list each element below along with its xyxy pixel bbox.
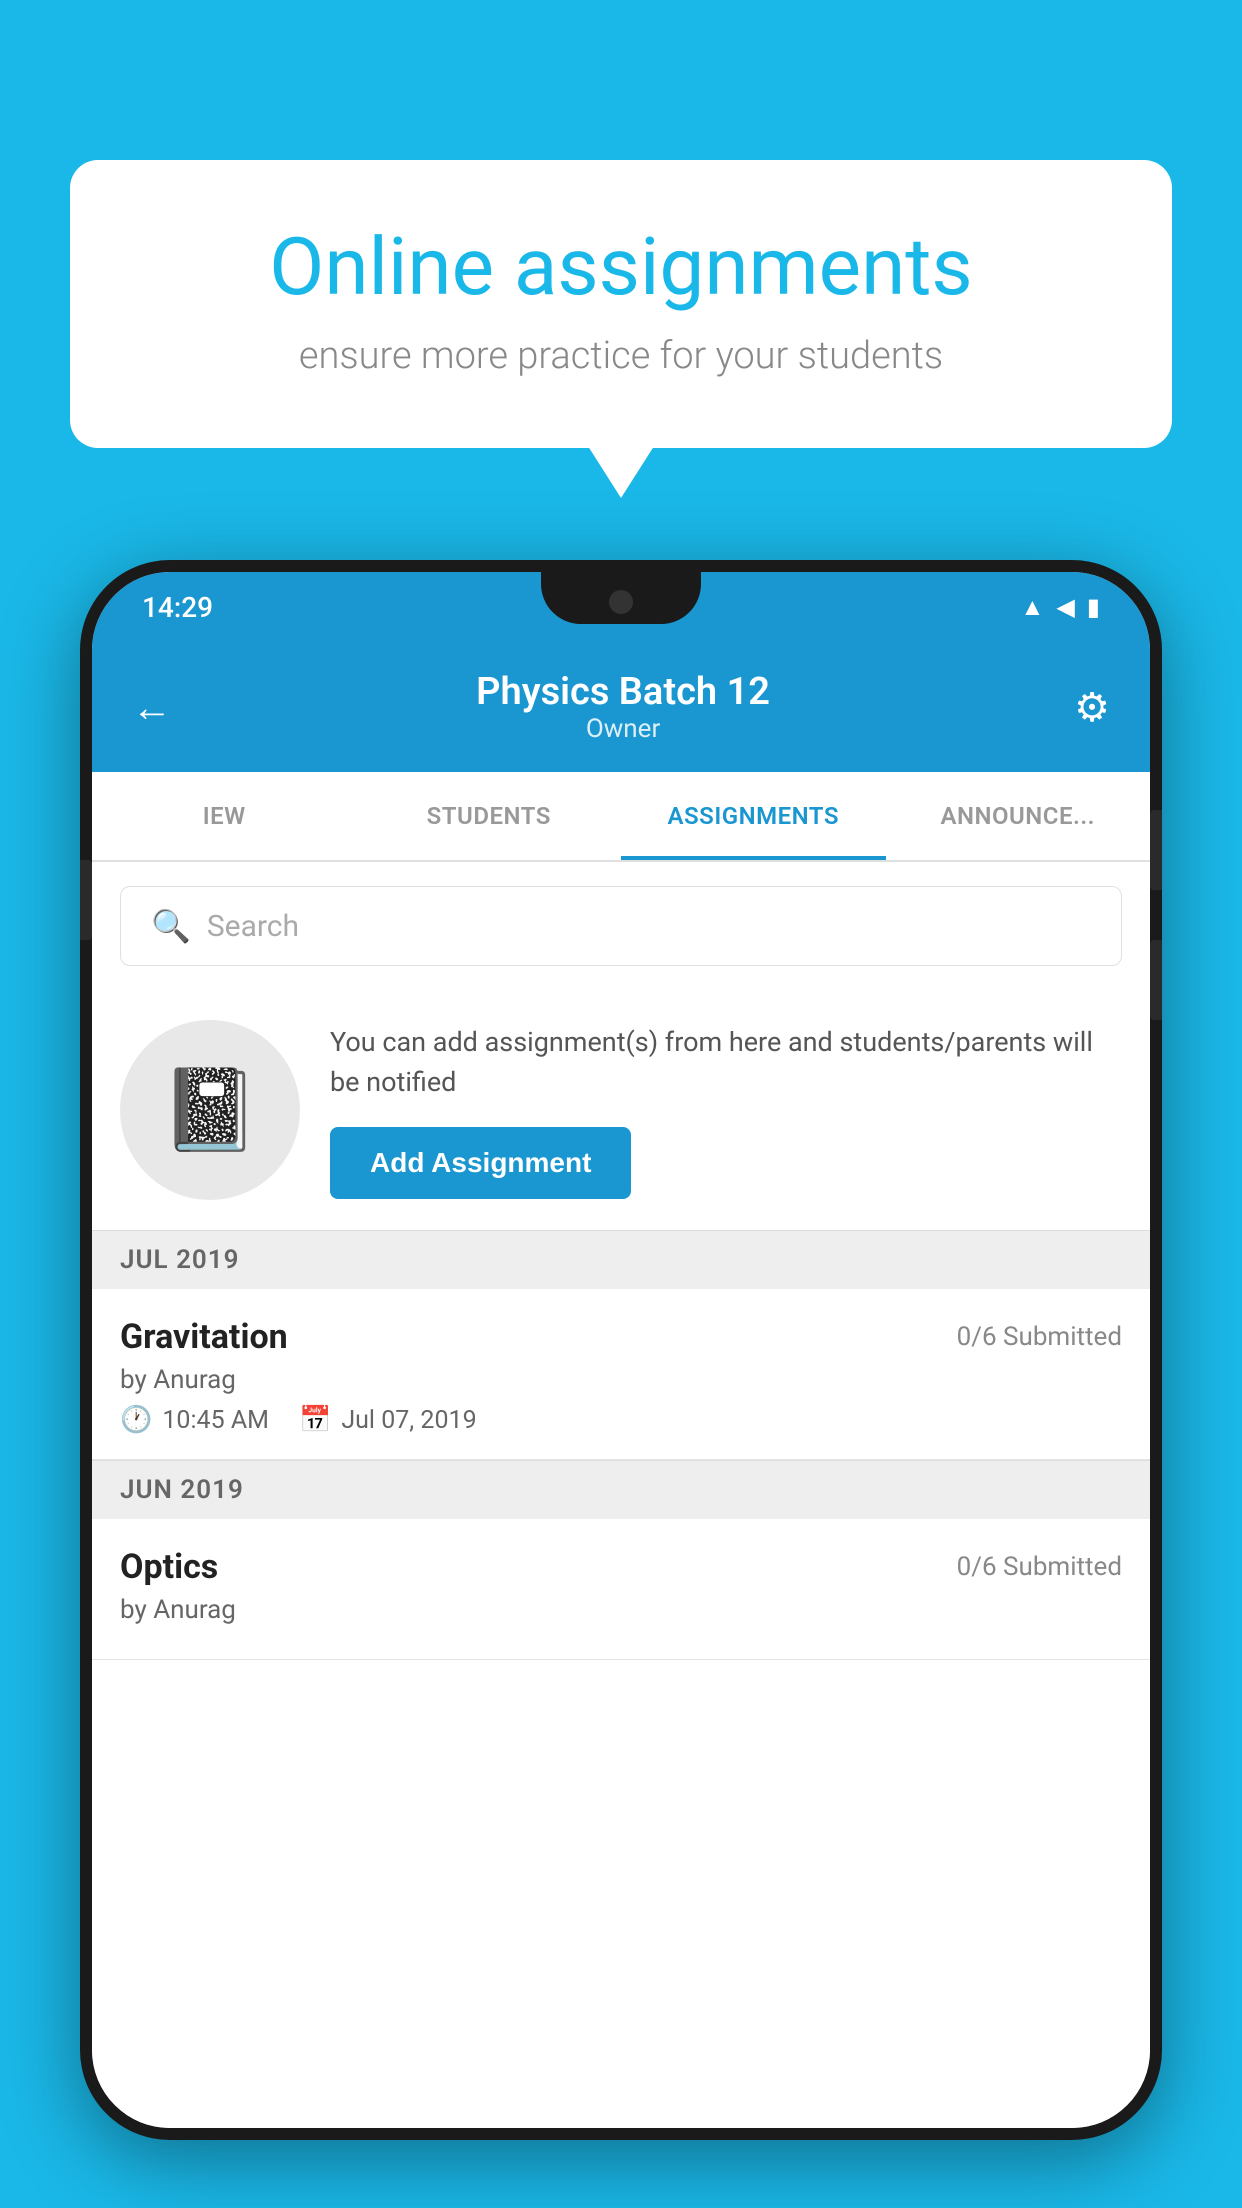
bubble-title: Online assignments: [140, 220, 1102, 314]
search-bar[interactable]: 🔍 Search: [120, 886, 1122, 966]
volume-down-button: [1150, 940, 1162, 1020]
power-button: [1150, 810, 1162, 890]
app-header: ← Physics Batch 12 Owner ⚙: [92, 642, 1150, 772]
promo-icon-circle: 📓: [120, 1020, 300, 1200]
tab-announcements-label: ANNOUNCE...: [941, 802, 1095, 830]
tab-iew[interactable]: IEW: [92, 772, 357, 860]
assignment-date-text: Jul 07, 2019: [341, 1406, 476, 1435]
search-icon: 🔍: [151, 907, 191, 945]
assignment-top-row: Gravitation 0/6 Submitted: [120, 1317, 1122, 1357]
assignment-time-text: 10:45 AM: [162, 1406, 269, 1435]
status-time: 14:29: [142, 591, 213, 624]
assignment-top-row-optics: Optics 0/6 Submitted: [120, 1547, 1122, 1587]
settings-icon[interactable]: ⚙: [1074, 684, 1110, 731]
signal-icon: ◀: [1056, 593, 1074, 621]
tab-students[interactable]: STUDENTS: [357, 772, 622, 860]
promo-description: You can add assignment(s) from here and …: [330, 1022, 1122, 1103]
add-assignment-button[interactable]: Add Assignment: [330, 1127, 631, 1199]
notebook-icon: 📓: [160, 1063, 260, 1157]
section-label-jun: JUN 2019: [120, 1475, 244, 1505]
assignment-item-gravitation[interactable]: Gravitation 0/6 Submitted by Anurag 🕐 10…: [92, 1289, 1150, 1460]
promo-block: 📓 You can add assignment(s) from here an…: [92, 990, 1150, 1230]
tab-iew-label: IEW: [203, 802, 246, 830]
bubble-subtitle: ensure more practice for your students: [140, 334, 1102, 378]
assignment-item-optics[interactable]: Optics 0/6 Submitted by Anurag: [92, 1519, 1150, 1660]
phone-notch: [541, 572, 701, 624]
header-title: Physics Batch 12: [476, 670, 770, 714]
header-subtitle: Owner: [476, 714, 770, 744]
phone-device: 14:29 ▲ ◀ ▮ ← Physics Batch 12 Owner ⚙: [80, 560, 1162, 2140]
tab-assignments[interactable]: ASSIGNMENTS: [621, 772, 886, 860]
section-label-jul: JUL 2019: [120, 1245, 240, 1275]
battery-icon: ▮: [1087, 593, 1100, 621]
assignment-submitted-optics: 0/6 Submitted: [957, 1552, 1122, 1582]
section-header-jun: JUN 2019: [92, 1460, 1150, 1519]
tab-students-label: STUDENTS: [427, 802, 551, 830]
assignment-name: Gravitation: [120, 1317, 288, 1357]
assignment-author: by Anurag: [120, 1365, 1122, 1395]
assignment-date: 📅 Jul 07, 2019: [299, 1405, 477, 1435]
tab-announcements[interactable]: ANNOUNCE...: [886, 772, 1151, 860]
tab-assignments-label: ASSIGNMENTS: [668, 802, 839, 830]
section-header-jul: JUL 2019: [92, 1230, 1150, 1289]
assignment-author-optics: by Anurag: [120, 1595, 1122, 1625]
clock-icon: 🕐: [120, 1405, 152, 1435]
promo-card: Online assignments ensure more practice …: [70, 160, 1172, 448]
phone-wrapper: 14:29 ▲ ◀ ▮ ← Physics Batch 12 Owner ⚙: [80, 560, 1162, 2208]
content-area: 🔍 Search 📓 You can add assignment(s) fro…: [92, 862, 1150, 2128]
assignment-meta: 🕐 10:45 AM 📅 Jul 07, 2019: [120, 1405, 1122, 1435]
wifi-icon: ▲: [1021, 593, 1045, 622]
header-title-block: Physics Batch 12 Owner: [476, 670, 770, 744]
calendar-icon: 📅: [299, 1405, 331, 1435]
status-icons: ▲ ◀ ▮: [1021, 593, 1100, 622]
promo-text-block: You can add assignment(s) from here and …: [330, 1022, 1122, 1199]
volume-button: [80, 860, 92, 940]
tabs-bar: IEW STUDENTS ASSIGNMENTS ANNOUNCE...: [92, 772, 1150, 862]
speech-bubble: Online assignments ensure more practice …: [70, 160, 1172, 448]
assignment-time: 🕐 10:45 AM: [120, 1405, 269, 1435]
assignment-name-optics: Optics: [120, 1547, 218, 1587]
phone-screen: 14:29 ▲ ◀ ▮ ← Physics Batch 12 Owner ⚙: [92, 572, 1150, 2128]
assignment-submitted: 0/6 Submitted: [957, 1322, 1122, 1352]
camera: [609, 590, 633, 614]
search-placeholder: Search: [207, 909, 299, 944]
back-button[interactable]: ←: [132, 684, 172, 731]
